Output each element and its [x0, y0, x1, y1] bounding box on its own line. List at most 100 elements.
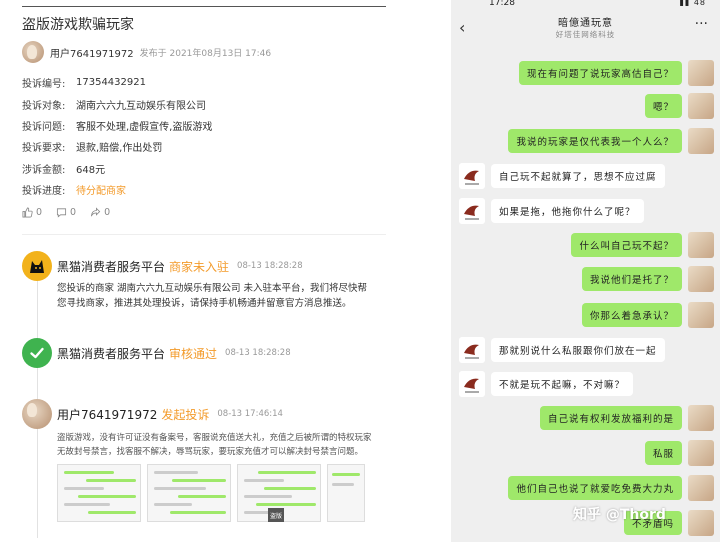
chat-title: 暗億通玩意: [558, 18, 613, 29]
field-row: 投诉问题: 客服不处理,虚假宣传,盗版游戏: [22, 115, 212, 136]
support-avatar[interactable]: [459, 198, 485, 224]
self-avatar[interactable]: [688, 475, 714, 501]
share-count: 0: [104, 207, 111, 218]
chat-message-in: 不就是玩不起嘛，不对嘛？: [459, 371, 634, 397]
field-label: 投诉要求:: [22, 143, 66, 155]
message-text[interactable]: 自己玩不起就算了，思想不应过腐: [491, 164, 665, 188]
complaint-fields: 投诉编号: 17354432921 投诉对象: 湖南六六九互动娱乐有限公司 投诉问题…: [22, 72, 212, 200]
timeline-status: 审核通过: [169, 346, 218, 361]
field-row: 投诉进度: 待分配商家: [22, 179, 212, 200]
chat-message-out: 嗯？: [644, 93, 714, 119]
message-text[interactable]: 不就是玩不起嘛，不对嘛？: [491, 372, 634, 396]
share-button[interactable]: 0: [90, 207, 110, 218]
timeline-time: 08-13 18:28:28: [237, 261, 303, 271]
black-cat-logo-icon: [22, 251, 52, 281]
timeline-header: 黑猫消费者服务平台 商家未入驻 08-13 18:28:28: [22, 251, 386, 281]
chat-message-out: 你那么着急承认？: [581, 302, 714, 328]
self-avatar[interactable]: [688, 440, 714, 466]
evidence-image[interactable]: [147, 464, 231, 522]
self-avatar[interactable]: [688, 60, 714, 86]
comment-count: 0: [70, 207, 77, 218]
user-avatar[interactable]: [22, 399, 52, 429]
like-button[interactable]: 0: [22, 207, 42, 218]
chat-message-out: 私服: [644, 440, 714, 466]
self-avatar[interactable]: [688, 405, 714, 431]
author-name[interactable]: 用户7641971972: [50, 45, 134, 60]
timeline-item: 用户7641971972 发起投诉 08-13 17:46:14 盗版游戏，没有…: [22, 399, 386, 459]
publish-time: 发布于 2021年08月13日 17:46: [139, 48, 272, 59]
timeline-status: 发起投诉: [161, 407, 210, 422]
status-time: 17:28: [489, 0, 515, 8]
self-avatar[interactable]: [688, 93, 714, 119]
chat-message-in: 自己玩不起就算了，思想不应过腐: [459, 163, 665, 189]
field-value: 17354432921: [76, 77, 146, 89]
battery-icon: ▮▮ 48: [679, 0, 706, 7]
message-text[interactable]: 现在有问题了说玩家高估自己？: [518, 61, 682, 85]
timeline-body: 盗版游戏，没有许可证没有备案号，客服说充值送大礼，充值之后被所谓的特权玩家无故封…: [57, 433, 372, 457]
message-text[interactable]: 什么叫自己玩不起？: [571, 233, 682, 257]
chat-message-out: 我说他们是托了？: [581, 266, 714, 292]
field-value: 648元: [76, 164, 106, 176]
chat-message-in: 那就别说什么私服跟你们放在一起: [459, 337, 665, 363]
evidence-image[interactable]: [327, 464, 365, 522]
thumbs-up-icon: [22, 207, 33, 218]
chat-subtitle: 好塔佳网络科技: [555, 30, 616, 39]
chat-message-out: 什么叫自己玩不起？: [571, 232, 714, 258]
support-avatar[interactable]: [459, 163, 485, 189]
field-value: 退款,赔偿,作出处罚: [76, 143, 163, 155]
self-avatar[interactable]: [688, 128, 714, 154]
timeline-author[interactable]: 黑猫消费者服务平台: [57, 258, 165, 275]
section-divider: [22, 234, 386, 235]
status-bar: 17:28 ▮▮ 48: [451, 0, 720, 10]
top-divider: [22, 6, 386, 7]
timeline-author[interactable]: 用户7641971972: [57, 406, 157, 423]
complaint-title: 盗版游戏欺骗玩家: [22, 17, 134, 33]
field-row: 投诉对象: 湖南六六九互动娱乐有限公司: [22, 93, 212, 114]
chat-message-out: 现在有问题了说玩家高估自己？: [518, 60, 714, 86]
self-avatar[interactable]: [688, 232, 714, 258]
message-text[interactable]: 嗯？: [644, 94, 682, 118]
chat-message-out: 我说的玩家是仅代表我一个人么？: [508, 128, 714, 154]
self-avatar[interactable]: [688, 266, 714, 292]
zhihu-watermark: 知乎 @Thord: [573, 507, 666, 523]
progress-status: 待分配商家: [76, 186, 126, 198]
message-text[interactable]: 我说他们是托了？: [581, 267, 682, 291]
support-avatar[interactable]: [459, 337, 485, 363]
chat-message-out: 他们自己也说了就爱吃免费大力丸: [508, 475, 714, 501]
field-label: 投诉对象:: [22, 100, 66, 112]
comment-icon: [57, 208, 67, 218]
timeline-status: 商家未入驻: [169, 259, 230, 274]
field-label: 投诉编号:: [22, 79, 66, 91]
field-label: 投诉进度:: [22, 186, 66, 198]
battery-level: 48: [693, 0, 706, 7]
chat-message-in: 如果是拖，他拖你什么了呢？: [459, 198, 644, 224]
message-text[interactable]: 私服: [644, 441, 682, 465]
author-row: 用户7641971972 发布于 2021年08月13日 17:46: [22, 40, 271, 64]
chat-message-out: 自己说有权利发放福利的是: [539, 405, 714, 431]
more-icon[interactable]: ···: [695, 16, 708, 32]
message-text[interactable]: 那就别说什么私服跟你们放在一起: [491, 338, 665, 362]
action-bar: 0 0 0: [22, 207, 110, 218]
message-text[interactable]: 你那么着急承认？: [581, 303, 682, 327]
field-value: 湖南六六九互动娱乐有限公司: [76, 100, 206, 112]
field-row: 投诉编号: 17354432921: [22, 72, 212, 93]
message-text[interactable]: 自己说有权利发放福利的是: [539, 406, 682, 430]
field-label: 投诉问题:: [22, 121, 66, 133]
watermark-logo-icon: 盗版: [268, 508, 284, 522]
timeline-author[interactable]: 黑猫消费者服务平台: [57, 345, 165, 362]
message-text[interactable]: 我说的玩家是仅代表我一个人么？: [508, 129, 682, 153]
timeline-header: 用户7641971972 发起投诉 08-13 17:46:14: [22, 399, 386, 429]
support-avatar[interactable]: [459, 371, 485, 397]
evidence-images: [57, 464, 365, 522]
self-avatar[interactable]: [688, 302, 714, 328]
message-text[interactable]: 如果是拖，他拖你什么了呢？: [491, 199, 644, 223]
field-row: 涉诉金额: 648元: [22, 158, 212, 179]
complaint-panel: 盗版游戏欺骗玩家 用户7641971972 发布于 2021年08月13日 17…: [0, 0, 386, 542]
timeline-item: 黑猫消费者服务平台 审核通过 08-13 18:28:28: [22, 338, 386, 368]
field-label: 涉诉金额:: [22, 164, 66, 176]
self-avatar[interactable]: [688, 510, 714, 536]
message-text[interactable]: 他们自己也说了就爱吃免费大力丸: [508, 476, 682, 500]
comment-button[interactable]: 0: [56, 207, 76, 218]
author-avatar[interactable]: [22, 41, 44, 63]
evidence-image[interactable]: [57, 464, 141, 522]
